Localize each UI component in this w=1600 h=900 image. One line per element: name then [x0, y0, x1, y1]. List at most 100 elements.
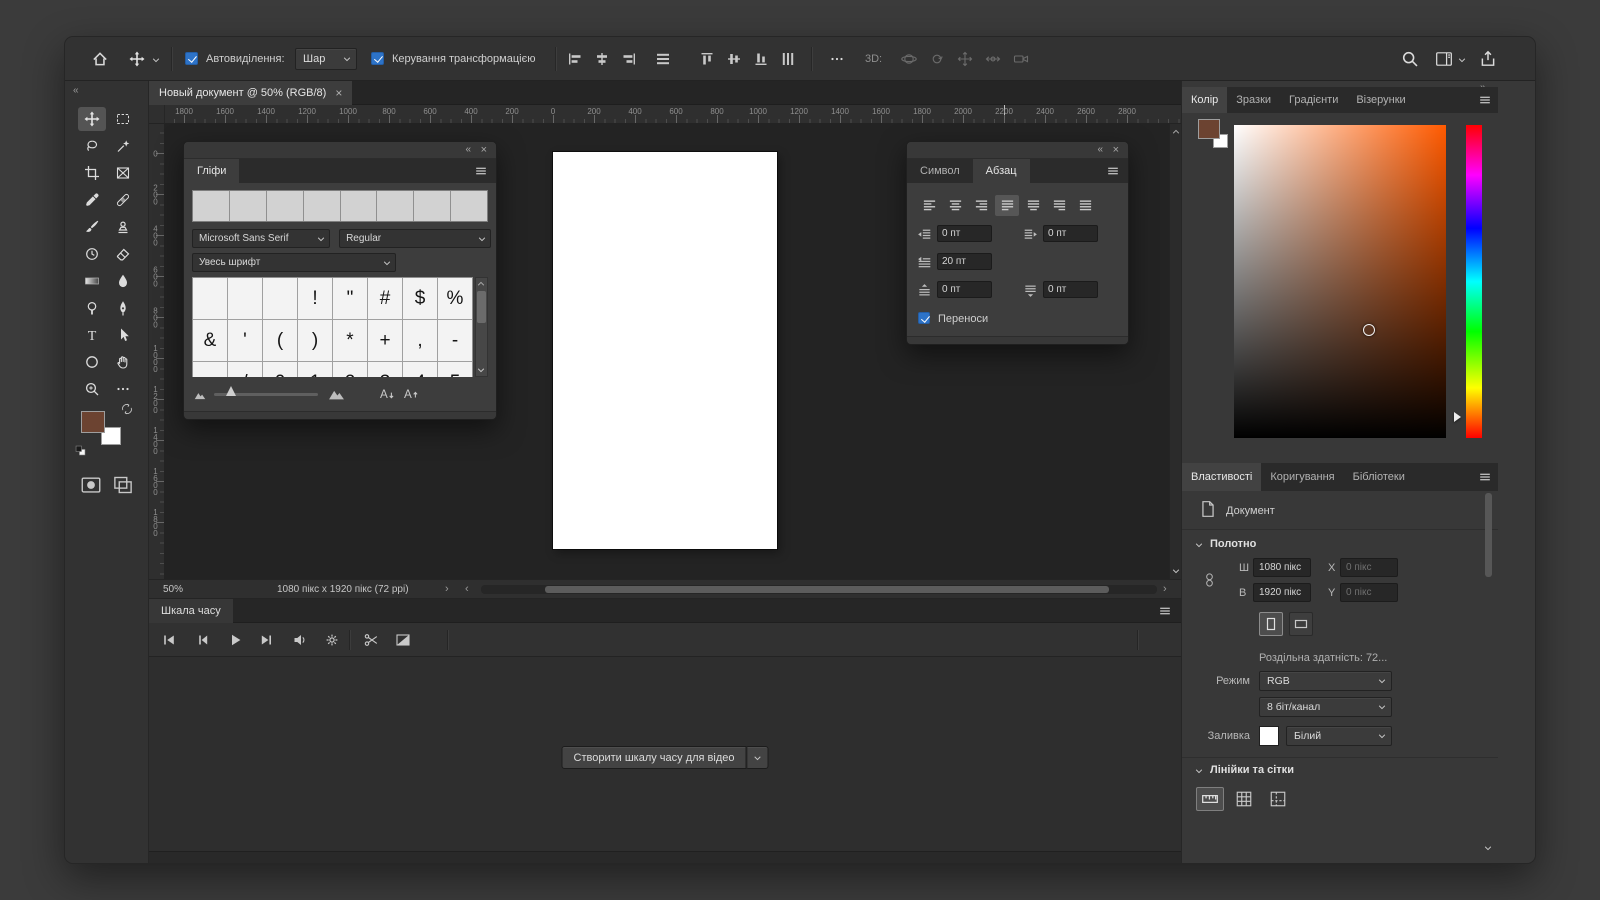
create-timeline-button[interactable]: Створити шкалу часу для відео: [562, 746, 747, 769]
align-horizontal-centers-icon[interactable]: [594, 51, 610, 67]
paragraph-panel-header[interactable]: « ×: [907, 142, 1128, 159]
glyph-cell[interactable]: !: [298, 278, 332, 319]
tab-swatches[interactable]: Зразки: [1227, 87, 1280, 113]
previous-frame-icon[interactable]: [194, 632, 210, 648]
panel-resize-handle[interactable]: [184, 411, 496, 419]
align-bottom-edges-icon[interactable]: [753, 51, 769, 67]
glyph-cell[interactable]: 4: [403, 362, 437, 377]
quick-selection-tool[interactable]: [109, 134, 137, 158]
vertical-scrollbar[interactable]: [1169, 124, 1181, 579]
justify-last-left-button[interactable]: [995, 195, 1019, 216]
glyph-cell[interactable]: ): [298, 320, 332, 361]
glyph-cell[interactable]: 5: [438, 362, 472, 377]
quick-mask-icon[interactable]: [79, 475, 103, 495]
rulers-section-title[interactable]: Лінійки та сітки: [1210, 764, 1294, 776]
rectangular-marquee-tool[interactable]: [109, 107, 137, 131]
glyph-cell[interactable]: ,: [403, 320, 437, 361]
gradient-tool[interactable]: [78, 269, 106, 293]
edit-toolbar-tool[interactable]: [109, 377, 137, 401]
path-selection-tool[interactable]: [109, 323, 137, 347]
more-align-options-icon[interactable]: [829, 51, 845, 67]
glyph-cell[interactable]: [228, 278, 262, 319]
glyph-cell[interactable]: /: [228, 362, 262, 377]
glyphs-menu-icon[interactable]: [474, 164, 488, 178]
font-style-dropdown[interactable]: Regular: [339, 229, 491, 248]
glyphs-panel-header[interactable]: « ×: [184, 142, 496, 159]
collapse-panel-icon[interactable]: «: [465, 144, 470, 155]
align-paragraph-left-button[interactable]: [917, 195, 941, 216]
auto-select-target-dropdown[interactable]: Шар: [295, 48, 357, 70]
rulers-section-chevron-icon[interactable]: [1194, 766, 1204, 776]
vertical-ruler[interactable]: 020040060080010001200140016001800: [149, 124, 165, 579]
canvas-document[interactable]: [553, 152, 777, 549]
zoom-large-icon[interactable]: [328, 385, 345, 402]
glyph-cell[interactable]: [193, 278, 227, 319]
tab-properties[interactable]: Властивості: [1182, 463, 1261, 491]
move-tool[interactable]: [78, 107, 106, 131]
zoom-level[interactable]: 50%: [163, 584, 183, 596]
toggle-grid-button[interactable]: [1230, 787, 1258, 811]
audio-icon[interactable]: [292, 632, 308, 648]
tab-color[interactable]: Колір: [1182, 87, 1227, 113]
link-dimensions-icon[interactable]: [1202, 564, 1217, 596]
tab-libraries[interactable]: Бібліотеки: [1344, 463, 1414, 491]
type-tool[interactable]: T: [78, 323, 106, 347]
close-panel-icon[interactable]: ×: [481, 144, 487, 156]
glyph-cell[interactable]: $: [403, 278, 437, 319]
timeline-menu-icon[interactable]: [1158, 604, 1172, 618]
glyph-cell[interactable]: [263, 278, 297, 319]
indent-right-field[interactable]: 0 пт: [1043, 225, 1098, 242]
horizontal-ruler[interactable]: 1800160014001200100080060040020002004006…: [165, 105, 1181, 124]
glyph-cell[interactable]: 3: [368, 362, 402, 377]
tab-patterns[interactable]: Візерунки: [1347, 87, 1414, 113]
blur-tool[interactable]: [109, 269, 137, 293]
align-right-edges-icon[interactable]: [621, 51, 637, 67]
glyphs-scroll-down-icon[interactable]: [476, 365, 486, 375]
glyph-cell[interactable]: ": [333, 278, 367, 319]
swap-colors-icon[interactable]: [121, 403, 133, 415]
height-field[interactable]: 1920 пікс: [1253, 583, 1311, 602]
y-field[interactable]: 0 пікс: [1340, 583, 1398, 602]
default-colors-icon[interactable]: [75, 445, 86, 456]
home-icon[interactable]: [91, 50, 109, 68]
toggle-guides-button[interactable]: [1264, 787, 1292, 811]
mode-dropdown[interactable]: RGB: [1259, 671, 1392, 691]
glyph-cell[interactable]: %: [438, 278, 472, 319]
scroll-up-icon[interactable]: [1171, 127, 1181, 137]
glyphs-scrollbar[interactable]: [475, 277, 488, 377]
tab-glyphs[interactable]: Гліфи: [184, 159, 239, 183]
history-brush-tool[interactable]: [78, 242, 106, 266]
toggle-rulers-button[interactable]: [1196, 787, 1224, 811]
threed-roll-icon[interactable]: [929, 51, 945, 67]
space-after-field[interactable]: 0 пт: [1043, 281, 1098, 298]
align-left-edges-icon[interactable]: [567, 51, 583, 67]
clone-stamp-tool[interactable]: [109, 215, 137, 239]
frame-tool[interactable]: [109, 161, 137, 185]
properties-scroll-thumb[interactable]: [1485, 493, 1492, 577]
next-frame-icon[interactable]: [259, 632, 275, 648]
status-prev-icon[interactable]: ‹: [465, 583, 469, 595]
align-paragraph-center-button[interactable]: [943, 195, 967, 216]
glyph-cell[interactable]: 0: [263, 362, 297, 377]
timeline-settings-icon[interactable]: [324, 632, 340, 648]
create-timeline-dropdown[interactable]: [747, 746, 769, 769]
space-before-field[interactable]: 0 пт: [937, 281, 992, 298]
document-tab[interactable]: Новый документ @ 50% (RGB/8) ×: [149, 81, 352, 105]
horizontal-scroll-thumb[interactable]: [545, 586, 1109, 593]
glyphs-scroll-thumb[interactable]: [477, 291, 486, 323]
canvas-section-chevron-icon[interactable]: [1194, 540, 1204, 550]
fill-color-swatch[interactable]: [1259, 726, 1279, 746]
color-panel-foreground-swatch[interactable]: [1198, 119, 1220, 139]
close-document-icon[interactable]: ×: [335, 86, 342, 100]
auto-select-checkbox[interactable]: [185, 52, 198, 65]
glyph-size-increase-icon[interactable]: А: [402, 385, 419, 402]
panel-resize-handle[interactable]: [907, 336, 1128, 344]
timeline-scroll-strip[interactable]: [149, 851, 1181, 864]
hand-tool[interactable]: [109, 350, 137, 374]
scroll-down-icon[interactable]: [1171, 566, 1181, 576]
threed-slide-icon[interactable]: [985, 51, 1001, 67]
pen-tool[interactable]: [109, 296, 137, 320]
glyph-category-dropdown[interactable]: Увесь шрифт: [192, 253, 396, 272]
fill-dropdown[interactable]: Білий: [1286, 726, 1392, 746]
dodge-tool[interactable]: [78, 296, 106, 320]
